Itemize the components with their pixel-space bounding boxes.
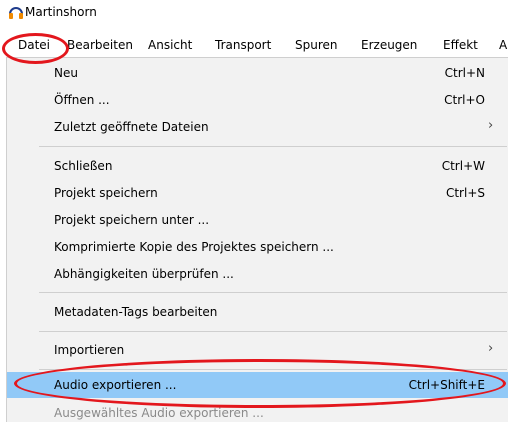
menu-item-shortcut: Ctrl+Shift+E	[408, 378, 485, 392]
menu-item-label: Öffnen ...	[54, 93, 110, 107]
menu-item-importieren[interactable]: Importieren ›	[7, 337, 508, 363]
menu-item-label: Schließen	[54, 159, 113, 173]
menu-effekt[interactable]: Effekt	[443, 38, 478, 52]
menu-item-recent-files[interactable]: Zuletzt geöffnete Dateien ›	[7, 114, 508, 140]
menu-transport[interactable]: Transport	[215, 38, 271, 52]
menu-item-label: Metadaten-Tags bearbeiten	[54, 305, 218, 319]
menu-bar: Datei Bearbeiten Ansicht Transport Spure…	[0, 33, 508, 57]
menu-item-shortcut: Ctrl+S	[445, 186, 485, 200]
menu-item-label: Abhängigkeiten überprüfen ...	[54, 267, 234, 281]
menu-item-save-project-as[interactable]: Projekt speichern unter ...	[7, 207, 508, 233]
menu-separator	[39, 146, 507, 147]
menu-item-shortcut: Ctrl+O	[444, 93, 485, 107]
window-title: Martinshorn	[25, 5, 97, 19]
menu-item-shortcut: Ctrl+N	[444, 66, 485, 80]
menu-item-label: Ausgewähltes Audio exportieren ...	[54, 406, 264, 420]
menu-item-schliessen[interactable]: Schließen Ctrl+W	[7, 153, 508, 179]
menu-erzeugen[interactable]: Erzeugen	[361, 38, 417, 52]
menu-item-label: Audio exportieren ...	[54, 378, 177, 392]
menu-more[interactable]: A	[499, 38, 507, 52]
menu-separator	[39, 331, 507, 332]
menu-separator	[39, 369, 507, 370]
menu-item-check-dependencies[interactable]: Abhängigkeiten überprüfen ...	[7, 261, 508, 287]
menu-item-label: Zuletzt geöffnete Dateien	[54, 120, 209, 134]
menu-spuren[interactable]: Spuren	[295, 38, 338, 52]
title-bar: Martinshorn	[0, 0, 508, 24]
menu-item-edit-metadata[interactable]: Metadaten-Tags bearbeiten	[7, 299, 508, 325]
menu-item-label: Komprimierte Kopie des Projektes speiche…	[54, 240, 334, 254]
menu-bearbeiten[interactable]: Bearbeiten	[67, 38, 133, 52]
menu-item-neu[interactable]: Neu Ctrl+N	[7, 60, 508, 86]
submenu-arrow-icon: ›	[488, 341, 494, 356]
menu-item-export-audio[interactable]: Audio exportieren ... Ctrl+Shift+E	[7, 372, 508, 398]
menu-item-export-selected-audio: Ausgewähltes Audio exportieren ...	[7, 400, 508, 426]
menu-item-label: Projekt speichern unter ...	[54, 213, 210, 227]
menu-separator	[39, 292, 507, 293]
submenu-arrow-icon: ›	[488, 118, 494, 133]
menu-ansicht[interactable]: Ansicht	[148, 38, 192, 52]
menu-item-oeffnen[interactable]: Öffnen ... Ctrl+O	[7, 87, 508, 113]
menu-item-shortcut: Ctrl+W	[441, 159, 485, 173]
menu-item-label: Importieren	[54, 343, 125, 357]
file-menu-dropdown: Neu Ctrl+N Öffnen ... Ctrl+O Zuletzt geö…	[6, 57, 508, 422]
menu-datei[interactable]: Datei	[18, 38, 50, 52]
menu-item-label: Projekt speichern	[54, 186, 158, 200]
menu-item-save-project[interactable]: Projekt speichern Ctrl+S	[7, 180, 508, 206]
headphones-icon	[9, 7, 23, 19]
menu-item-label: Neu	[54, 66, 78, 80]
menu-item-save-compressed-copy[interactable]: Komprimierte Kopie des Projektes speiche…	[7, 234, 508, 260]
